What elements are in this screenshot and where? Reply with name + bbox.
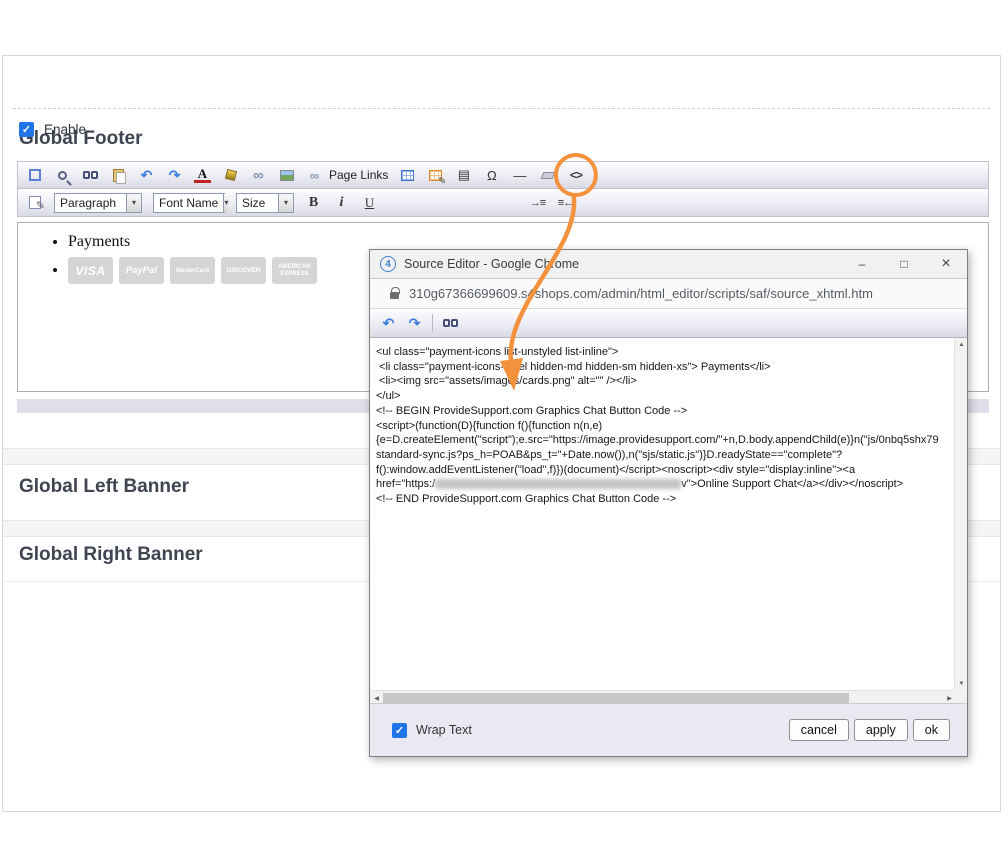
- paste-icon[interactable]: [110, 167, 127, 184]
- code-line: </ul>: [376, 389, 952, 404]
- payments-text: Payments: [68, 233, 130, 250]
- page-links-icon[interactable]: ∞: [306, 167, 323, 184]
- insert-table-icon[interactable]: [399, 167, 416, 184]
- insert-link-icon[interactable]: ∞: [250, 167, 267, 184]
- popup-footer: ✓ Wrap Text cancel apply ok: [370, 703, 967, 756]
- wrap-text-label: Wrap Text: [416, 723, 472, 737]
- dashed-divider: [13, 108, 990, 109]
- underline-icon[interactable]: U: [361, 194, 378, 211]
- align-right-icon[interactable]: [445, 194, 462, 211]
- scroll-up-arrow[interactable]: ▲: [955, 338, 968, 351]
- find-icon[interactable]: [82, 167, 99, 184]
- cancel-button[interactable]: cancel: [789, 719, 849, 741]
- bold-icon[interactable]: B: [305, 194, 322, 211]
- card-discover: DISCOVER: [221, 257, 266, 284]
- code-line: href="https:/v">Online Support Chat</a><…: [376, 477, 952, 492]
- unordered-list-icon[interactable]: [501, 194, 518, 211]
- card-visa: VISA: [68, 257, 113, 284]
- chevron-down-icon[interactable]: ▾: [126, 194, 141, 212]
- italic-icon[interactable]: i: [333, 194, 350, 211]
- ok-button[interactable]: ok: [913, 719, 950, 741]
- global-left-banner-title: Global Left Banner: [19, 476, 189, 498]
- address-bar: 310g67366699609.s4shops.com/admin/html_e…: [370, 279, 967, 309]
- card-mastercard: MasterCard: [170, 257, 215, 284]
- scrollbar-corner: [954, 690, 967, 704]
- code-line: {e=D.createElement("script");e.src="http…: [376, 433, 952, 448]
- code-line: standard-sync.js?ps_h=POAB&ps_t="+Date.n…: [376, 448, 952, 463]
- indent-icon[interactable]: →≡: [529, 194, 546, 211]
- window-title: Source Editor - Google Chrome: [404, 257, 841, 271]
- source-editor-window: 4 Source Editor - Google Chrome – □ × 31…: [369, 249, 968, 757]
- insert-field-icon[interactable]: ▤: [455, 167, 472, 184]
- toolbar-row-1: ↶ ↷ A ∞ ∞ Page Links ✎ ▤ Ω — <>: [17, 161, 989, 189]
- payment-cards-row: VISAPayPalMasterCardDISCOVERAMERICAN EXP…: [68, 257, 317, 284]
- editor-toolbar: ↶ ↷ A ∞ ∞ Page Links ✎ ▤ Ω — <> ✎ Paragraph▾ Font Na…: [17, 161, 989, 217]
- code-line: f():window.addEventListener("load",f)})(…: [376, 463, 952, 478]
- code-line: <li><img src="assets/images/cards.png" a…: [376, 374, 952, 389]
- page-url: 310g67366699609.s4shops.com/admin/html_e…: [409, 286, 873, 301]
- source-code-icon[interactable]: <>: [567, 167, 584, 184]
- enable-checkbox[interactable]: ✓: [19, 122, 34, 137]
- highlight-icon[interactable]: [222, 167, 239, 184]
- edit-html-icon[interactable]: ✎: [26, 194, 43, 211]
- align-left-icon[interactable]: [389, 194, 406, 211]
- outdent-icon[interactable]: ≡←: [557, 194, 574, 211]
- source-editor-toolbar: ↶↷: [370, 309, 967, 338]
- redo-icon[interactable]: ↷: [166, 167, 183, 184]
- source-code-editor[interactable]: <ul class="payment-icons list-unstyled l…: [370, 338, 954, 690]
- find-icon[interactable]: [442, 315, 459, 332]
- wrap-text-row: ✓ Wrap Text: [392, 723, 789, 738]
- page-links-label: Page Links: [329, 168, 388, 182]
- close-button[interactable]: ×: [925, 250, 967, 278]
- eraser-icon[interactable]: [539, 167, 556, 184]
- code-line: <!-- END ProvideSupport.com Graphics Cha…: [376, 492, 952, 507]
- align-center-icon[interactable]: [417, 194, 434, 211]
- fullscreen-icon[interactable]: [26, 167, 43, 184]
- paragraph-select[interactable]: Paragraph▾: [54, 193, 142, 213]
- separator: [432, 314, 433, 332]
- special-character-icon[interactable]: Ω: [483, 167, 500, 184]
- enable-row: ✓ Enable: [19, 122, 86, 137]
- horizontal-scrollbar[interactable]: ◀ ▶: [370, 690, 956, 704]
- undo-icon[interactable]: ↶: [138, 167, 155, 184]
- insert-image-icon[interactable]: [278, 167, 295, 184]
- minimize-button[interactable]: –: [841, 250, 883, 278]
- enable-label: Enable: [44, 122, 86, 137]
- font-name-select[interactable]: Font Name▾: [153, 193, 225, 213]
- table-properties-icon[interactable]: ✎: [427, 167, 444, 184]
- wrap-text-checkbox[interactable]: ✓: [392, 723, 407, 738]
- code-line: <!-- BEGIN ProvideSupport.com Graphics C…: [376, 404, 952, 419]
- code-line: <li class="payment-icons-label hidden-md…: [376, 360, 952, 375]
- size-select[interactable]: Size▾: [236, 193, 294, 213]
- apply-button[interactable]: apply: [854, 719, 908, 741]
- font-color-icon[interactable]: A: [194, 168, 211, 183]
- chevron-down-icon[interactable]: ▾: [278, 194, 293, 212]
- redacted-text: [435, 479, 681, 489]
- undo-icon[interactable]: ↶: [380, 315, 397, 332]
- code-line: <ul class="payment-icons list-unstyled l…: [376, 345, 952, 360]
- redo-icon[interactable]: ↷: [406, 315, 423, 332]
- global-right-banner-title: Global Right Banner: [19, 544, 203, 566]
- card-paypal: PayPal: [119, 257, 164, 284]
- code-line: <script>(function(D){function f(){functi…: [376, 419, 952, 434]
- vertical-scrollbar[interactable]: ▲ ▼: [954, 338, 967, 690]
- toolbar-row-2: ✎ Paragraph▾ Font Name▾ Size▾ BiU →≡ ≡←: [17, 189, 989, 217]
- card-amex: AMERICAN EXPRESS: [272, 257, 317, 284]
- preview-icon[interactable]: [54, 167, 71, 184]
- horizontal-rule-icon[interactable]: —: [511, 167, 528, 184]
- ordered-list-icon[interactable]: [473, 194, 490, 211]
- scroll-down-arrow[interactable]: ▼: [955, 677, 968, 690]
- window-titlebar[interactable]: 4 Source Editor - Google Chrome – □ ×: [370, 250, 967, 279]
- scrollbar-thumb[interactable]: [383, 693, 849, 703]
- maximize-button[interactable]: □: [883, 250, 925, 278]
- lock-icon: [390, 292, 399, 299]
- chevron-down-icon[interactable]: ▾: [223, 194, 228, 212]
- site-favicon: 4: [380, 256, 396, 272]
